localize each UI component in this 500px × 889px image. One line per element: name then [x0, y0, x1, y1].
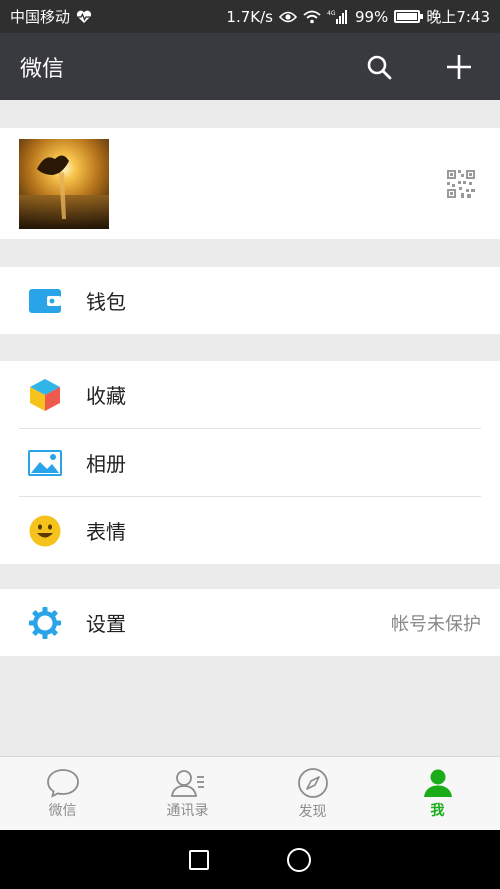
status-bar: 中国移动 1.7K/s 4G 99% 晚上7:43 — [0, 0, 500, 33]
wallet-icon — [27, 283, 63, 319]
add-button[interactable] — [438, 46, 480, 88]
menu-label-stickers: 表情 — [86, 520, 126, 544]
sunset-hand-avatar — [19, 138, 109, 229]
tab-label-discover: 发现 — [298, 803, 327, 820]
cube-icon — [27, 377, 63, 413]
profile-card[interactable] — [0, 128, 500, 239]
app-header: 微信 — [0, 33, 500, 100]
qr-code-button[interactable] — [447, 169, 475, 198]
heart-monitor-icon — [76, 10, 92, 24]
eye-icon — [278, 11, 297, 23]
clock: 晚上7:43 — [426, 8, 490, 26]
wifi-icon — [303, 10, 321, 24]
battery-fill — [397, 13, 418, 20]
menu-label-settings: 设置 — [86, 612, 126, 636]
battery-percent: 99% — [354, 7, 389, 26]
settings-group: 设置 帐号未保护 — [0, 589, 500, 656]
menu-item-favorites[interactable]: 收藏 — [0, 361, 500, 428]
plus-icon — [447, 54, 471, 79]
qr-code-icon — [447, 169, 475, 198]
tab-contacts[interactable]: 通讯录 — [125, 757, 250, 830]
carrier-label: 中国移动 — [10, 8, 71, 26]
tab-label-me: 我 — [430, 802, 445, 819]
bottom-tab-bar: 微信 通讯录 发现 我 — [0, 756, 500, 830]
smiley-icon — [27, 513, 63, 549]
system-nav-bar — [0, 830, 500, 889]
tab-label-contacts: 通讯录 — [166, 802, 209, 819]
account-protection-hint: 帐号未保护 — [391, 613, 481, 635]
network-type: 4G — [327, 10, 336, 17]
tab-label-chats: 微信 — [48, 802, 77, 819]
compass-icon — [297, 767, 328, 798]
menu-label-wallet: 钱包 — [86, 290, 126, 314]
battery-icon — [394, 10, 424, 23]
menu-item-album[interactable]: 相册 — [0, 429, 500, 496]
menu-item-wallet[interactable]: 钱包 — [0, 267, 500, 334]
gear-icon — [27, 605, 63, 641]
picture-icon — [27, 445, 63, 481]
contacts-icon — [170, 769, 204, 797]
menu-item-stickers[interactable]: 表情 — [0, 497, 500, 564]
menu-label-album: 相册 — [86, 452, 126, 476]
page-title: 微信 — [20, 56, 65, 82]
search-icon — [367, 55, 392, 79]
recents-button[interactable] — [189, 849, 209, 870]
home-button[interactable] — [287, 847, 311, 872]
search-button[interactable] — [358, 46, 400, 88]
person-icon — [423, 769, 452, 797]
menu-label-favorites: 收藏 — [86, 384, 126, 408]
signal-icon: 4G — [327, 9, 349, 24]
tab-chats[interactable]: 微信 — [0, 757, 125, 830]
wallet-group: 钱包 — [0, 267, 500, 334]
menu-item-settings[interactable]: 设置 帐号未保护 — [0, 589, 500, 656]
tab-me[interactable]: 我 — [375, 757, 500, 830]
content-group: 收藏 相册 表情 — [0, 361, 500, 564]
tab-discover[interactable]: 发现 — [250, 757, 375, 830]
chat-bubble-icon — [46, 768, 79, 798]
network-speed: 1.7K/s — [226, 7, 273, 26]
avatar[interactable] — [19, 138, 109, 229]
